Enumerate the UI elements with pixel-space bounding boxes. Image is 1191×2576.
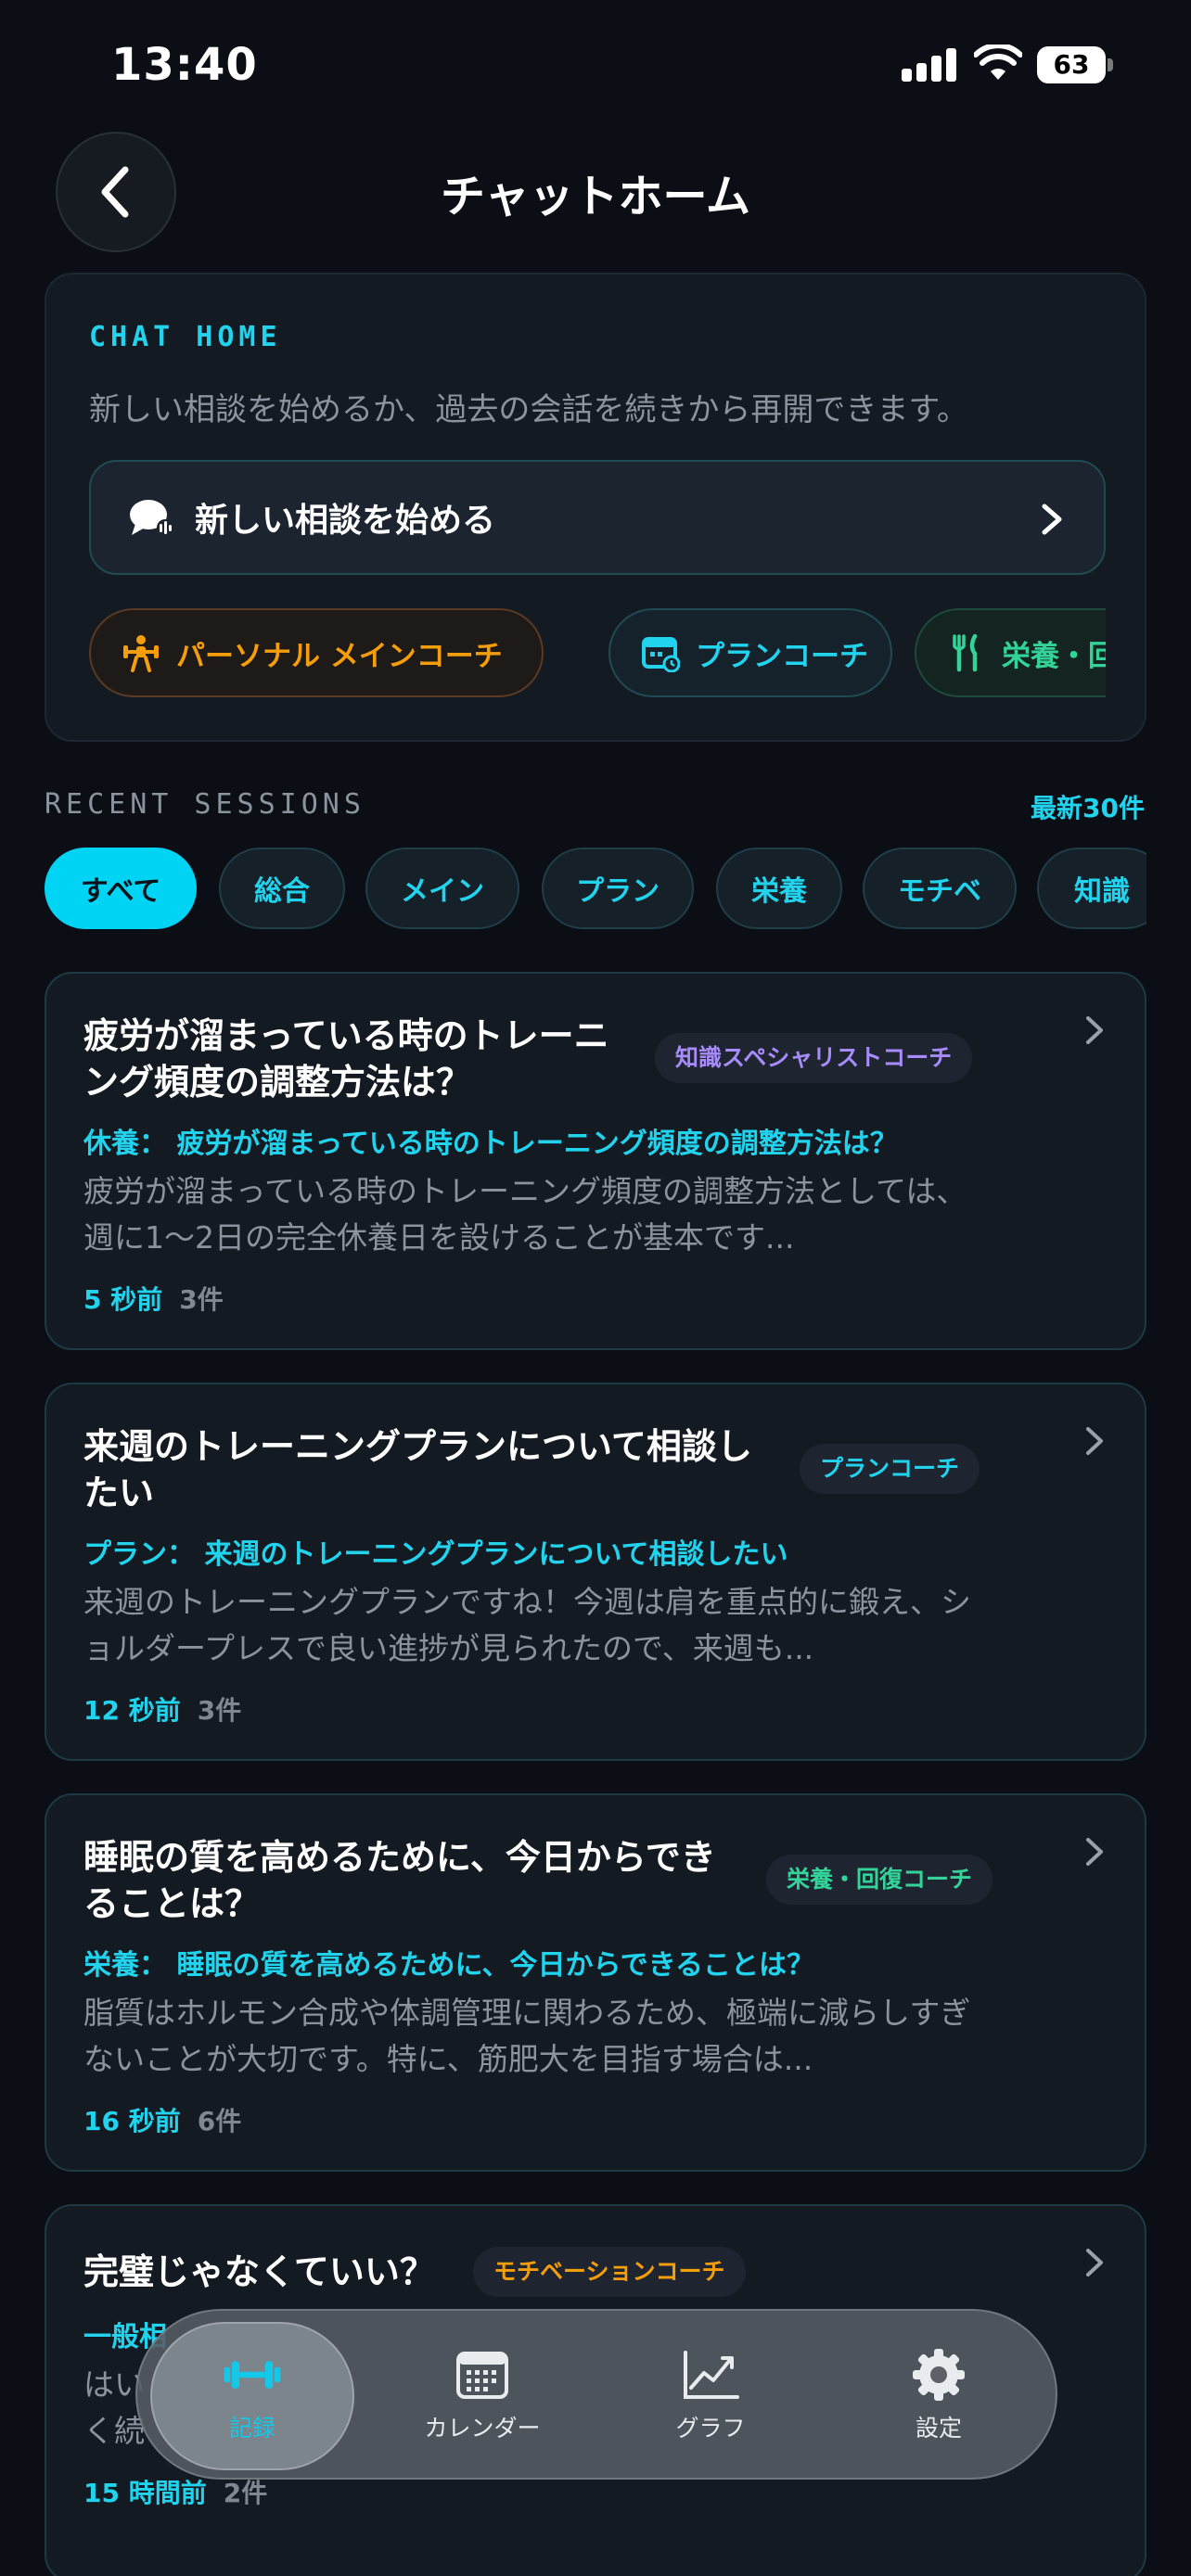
page-title: チャットホーム — [440, 171, 751, 223]
session-message-count: 6件 — [197, 2106, 242, 2136]
session-time: 15 時間前 — [83, 2478, 207, 2508]
chat-home-card: CHAT HOME 新しい相談を始めるか、過去の会話を続きから再開できます。 新… — [45, 273, 1146, 742]
session-preview: 脂質はホルモン合成や体調管理に関わるため、極端に減らしすぎ ないことが大切です。… — [83, 1990, 1011, 2083]
trainer-icon — [121, 632, 161, 673]
session-title: 疲労が溜まっている時のトレーニ ング頻度の調整方法は？ — [83, 1013, 609, 1105]
new-chat-button[interactable]: 新しい相談を始める — [89, 460, 1106, 575]
session-message-count: 3件 — [179, 1284, 224, 1315]
recent-sessions-count: 最新30件 — [1031, 793, 1145, 823]
chevron-right-icon — [1086, 1016, 1103, 1044]
filter-motivation[interactable]: モチベ — [863, 848, 1017, 929]
coach-badge: 栄養・回復コーチ — [766, 1855, 993, 1905]
coach-chip-plan[interactable]: プランコーチ — [608, 608, 892, 697]
coach-chip-nutrition[interactable]: 栄養・回復コーチ — [915, 608, 1106, 697]
session-title-line: ることは？ — [83, 1883, 261, 1924]
chevron-right-icon — [1086, 2249, 1103, 2276]
calendar-icon — [453, 2349, 512, 2401]
tab-label: 設定 — [915, 2415, 962, 2442]
session-title-line: 完璧じゃなくていい？ — [83, 2251, 435, 2292]
session-title-line: ング頻度の調整方法は？ — [83, 1062, 472, 1103]
session-message-count: 2件 — [223, 2478, 268, 2508]
filter-knowledge[interactable]: 知識 — [1037, 848, 1146, 929]
tab-records[interactable]: 記録 — [150, 2322, 354, 2470]
chevron-right-icon — [1042, 504, 1062, 535]
session-card[interactable]: 睡眠の質を高めるために、今日からでき ることは？ 栄養・回復コーチ 栄養： 睡眠… — [45, 1793, 1146, 2172]
session-preview-line: 疲労が溜まっている時のトレーニング頻度の調整方法としては、 — [83, 1173, 967, 1209]
session-title-line: 睡眠の質を高めるために、今日からでき — [83, 1837, 716, 1878]
tab-label: 記録 — [228, 2415, 275, 2442]
chart-icon — [681, 2349, 740, 2401]
session-preview-line: 脂質はホルモン合成や体調管理に関わるため、極端に減らしすぎ — [83, 1995, 971, 2031]
session-meta: 5 秒前 3件 — [83, 1280, 224, 1317]
session-title-line: たい — [83, 1473, 155, 1513]
recent-sessions-label: RECENT SESSIONS — [45, 788, 365, 821]
session-message-count: 3件 — [197, 1695, 242, 1726]
filter-main[interactable]: メイン — [365, 848, 519, 929]
calendar-plan-icon — [640, 632, 681, 673]
chat-bubble-icon — [128, 494, 174, 541]
chat-home-description: 新しい相談を始めるか、過去の会話を続きから再開できます。 — [89, 391, 968, 428]
tab-label: カレンダー — [424, 2415, 541, 2442]
session-title-line: 来週のトレーニングプランについて相談し — [83, 1426, 752, 1467]
session-meta: 16 秒前 6件 — [83, 2101, 241, 2138]
utensils-icon — [946, 632, 987, 673]
session-preview: 来週のトレーニングプランですね！今週は肩を重点的に鍛え、シ ョルダープレスで良い… — [83, 1579, 1011, 1672]
session-title: 完璧じゃなくていい？ — [83, 2249, 435, 2295]
session-title-line: 疲労が溜まっている時のトレーニ — [83, 1015, 609, 1056]
tab-calendar[interactable]: カレンダー — [380, 2322, 584, 2470]
new-chat-label: 新しい相談を始める — [195, 502, 496, 540]
session-title: 睡眠の質を高めるために、今日からでき ることは？ — [83, 1834, 716, 1927]
filter-all[interactable]: すべて — [45, 848, 197, 929]
coach-chip-label: プランコーチ — [696, 639, 868, 673]
filter-nutrition[interactable]: 栄養 — [716, 848, 842, 929]
filter-general[interactable]: 総合 — [219, 848, 345, 929]
session-preview-line: ないことが大切です。特に、筋肥大を目指す場合は... — [83, 2041, 813, 2077]
session-time: 5 秒前 — [83, 1284, 163, 1315]
cellular-signal-icon — [902, 48, 957, 82]
coach-badge: 知識スペシャリストコーチ — [655, 1033, 973, 1083]
session-preview: 疲労が溜まっている時のトレーニング頻度の調整方法としては、 週に1〜2日の完全休… — [83, 1168, 1011, 1261]
session-preview-line: 来週のトレーニングプランですね！今週は肩を重点的に鍛え、シ — [83, 1584, 971, 1620]
tab-graph[interactable]: グラフ — [608, 2322, 813, 2470]
session-title: 来週のトレーニングプランについて相談し たい — [83, 1423, 752, 1516]
coach-chip-personal[interactable]: パーソナル メインコーチ — [89, 608, 544, 697]
wifi-icon — [974, 45, 1022, 80]
session-subtitle: 休養： 疲労が溜まっている時のトレーニング頻度の調整方法は？ — [83, 1128, 898, 1160]
chat-home-label: CHAT HOME — [89, 321, 282, 353]
battery-icon: 63 — [1037, 46, 1113, 83]
tab-settings[interactable]: 設定 — [837, 2322, 1041, 2470]
session-card[interactable]: 来週のトレーニングプランについて相談し たい プランコーチ プラン： 来週のトレ… — [45, 1383, 1146, 1761]
session-subtitle: 栄養： 睡眠の質を高めるために、今日からできることは？ — [83, 1949, 815, 1982]
coach-badge: プランコーチ — [800, 1444, 980, 1494]
status-time: 13:40 — [111, 39, 258, 91]
filter-plan[interactable]: プラン — [542, 848, 694, 929]
coach-badge: モチベーションコーチ — [473, 2247, 746, 2297]
session-subtitle: プラン： 来週のトレーニングプランについて相談したい — [83, 1538, 788, 1571]
coach-chip-label: パーソナル メインコーチ — [176, 639, 503, 673]
filter-row: すべて 総合 メイン プラン 栄養 モチベ 知識 — [45, 848, 1146, 931]
tab-bar: 記録 カレンダー グラフ 設定 — [135, 2309, 1057, 2480]
battery-level: 63 — [1037, 46, 1106, 83]
gear-icon — [909, 2349, 968, 2401]
session-time: 16 秒前 — [83, 2106, 181, 2136]
session-card[interactable]: 疲労が溜まっている時のトレーニ ング頻度の調整方法は？ 知識スペシャリストコーチ… — [45, 972, 1146, 1350]
coach-chip-label: 栄養・回復コーチ — [1002, 639, 1106, 673]
session-time: 12 秒前 — [83, 1695, 181, 1726]
dumbbell-icon — [223, 2349, 282, 2401]
coach-chip-row: パーソナル メインコーチ プランコーチ 栄養・回 — [89, 608, 1106, 699]
session-preview-line: 週に1〜2日の完全休養日を設けることが基本です... — [83, 1219, 795, 1256]
session-preview-line: ョルダープレスで良い進捗が見られたので、来週も... — [83, 1630, 814, 1666]
chevron-right-icon — [1086, 1427, 1103, 1455]
tab-label: グラフ — [675, 2415, 746, 2442]
chevron-right-icon — [1086, 1838, 1103, 1866]
status-bar: 13:40 63 — [0, 0, 1191, 139]
session-meta: 12 秒前 3件 — [83, 1690, 241, 1728]
